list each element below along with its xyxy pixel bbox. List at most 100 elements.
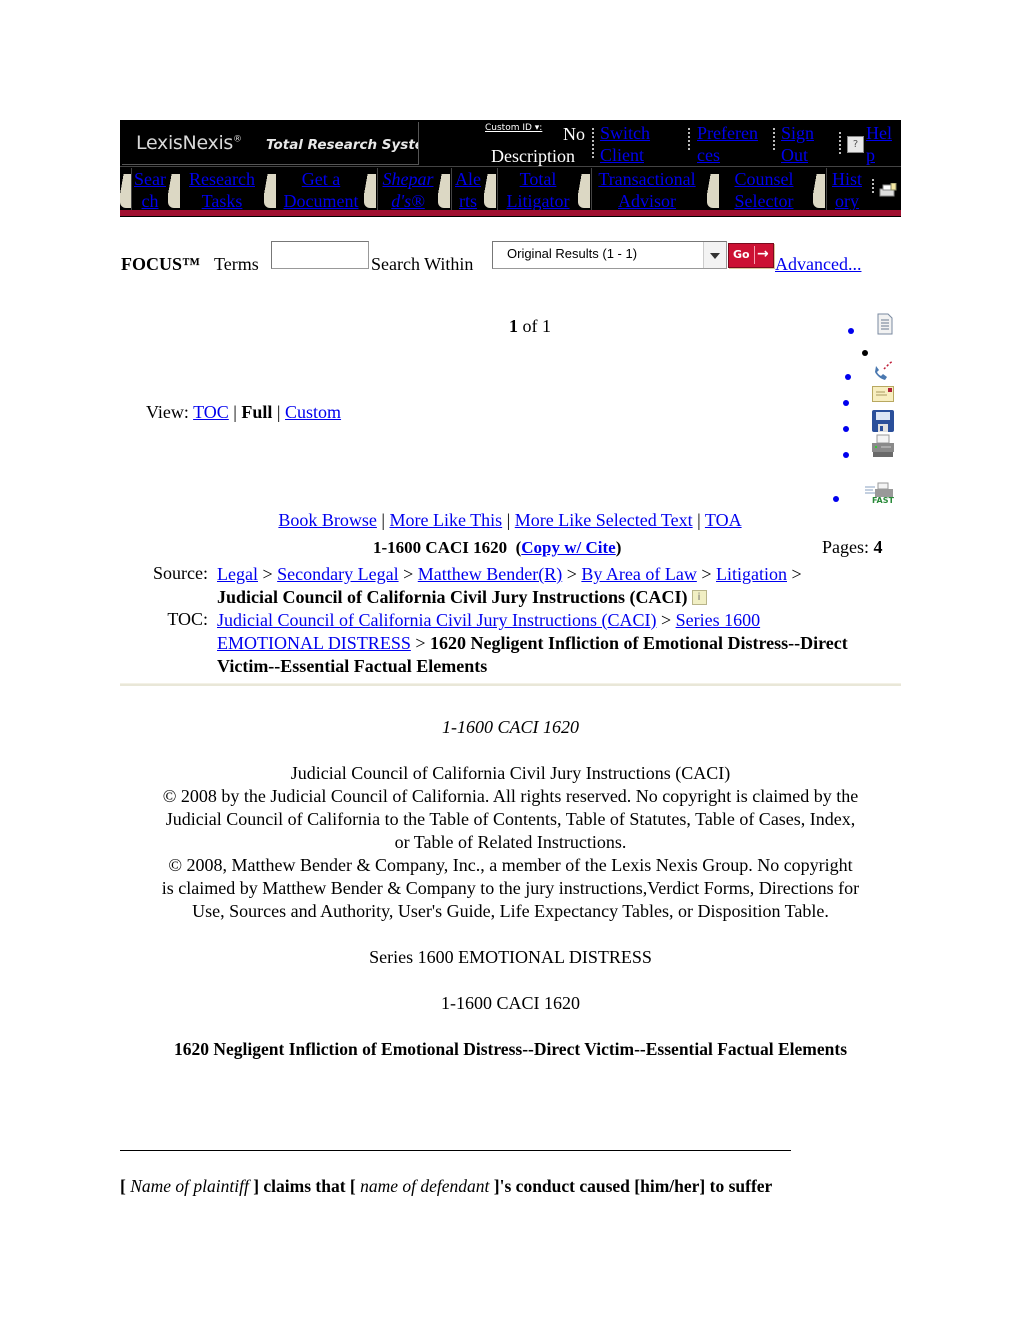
nav-tab-label[interactable]: Shepar <box>383 169 434 189</box>
paren: ) <box>615 538 622 557</box>
save-icon[interactable] <box>872 410 894 437</box>
list-bullet <box>845 374 851 380</box>
nav-tab-label[interactable]: Total <box>520 169 557 189</box>
book-browse-link[interactable]: Book Browse <box>278 510 377 530</box>
document-icon[interactable] <box>875 313 895 340</box>
nav-tab-search[interactable]: Sear ch <box>131 168 168 211</box>
switch-client-line1[interactable]: Switch <box>600 123 650 143</box>
placeholder-defendant: name of defendant <box>355 1176 494 1196</box>
nav-tab-total-litigator[interactable]: Total Litigator <box>497 168 578 211</box>
source-crumb-legal[interactable]: Legal <box>217 564 258 584</box>
nav-tab-label[interactable]: Document <box>284 191 359 211</box>
nav-tab-label[interactable]: d's® <box>391 191 425 211</box>
more-like-this-link[interactable]: More Like This <box>390 510 503 530</box>
nav-tab-label[interactable]: Get a <box>302 169 340 189</box>
custom-id-dropdown[interactable]: Custom ID ▾: <box>485 123 542 133</box>
print-icon[interactable] <box>871 434 895 463</box>
citation-line: 1-1600 CACI 1620 (Copy w/ Cite) <box>373 538 621 558</box>
header-divider <box>120 683 901 686</box>
go-divider <box>754 246 755 264</box>
separator: | <box>276 402 281 422</box>
switch-client-link[interactable]: Switch Client <box>600 122 692 166</box>
preferences-line2[interactable]: ces <box>697 145 720 165</box>
custom-id: Custom ID ▾: No Description <box>485 122 597 166</box>
list-bullet <box>843 452 849 458</box>
nav-tab-label[interactable]: Selector <box>735 191 794 211</box>
nav-tab-get-a-document[interactable]: Get a Document <box>278 168 364 211</box>
nav-tab-shepards[interactable]: Shepar d's® <box>377 168 438 211</box>
nav-tab-label[interactable]: Tasks <box>202 191 243 211</box>
go-button[interactable]: Go → <box>728 243 774 268</box>
nav-tab-history[interactable]: Hist ory <box>826 168 867 211</box>
focus-terms-input[interactable] <box>271 241 369 269</box>
separator <box>839 132 841 154</box>
sign-out-line2[interactable]: Out <box>781 145 808 165</box>
nav-tab-alerts[interactable]: Ale rts <box>451 168 484 211</box>
list-bullet <box>848 328 854 334</box>
toa-link[interactable]: TOA <box>705 510 742 530</box>
list-bullet <box>862 350 868 356</box>
logo: LexisNexis® Total Research System <box>122 122 419 165</box>
help-icon[interactable]: ? <box>847 136 864 153</box>
nav-tab-label[interactable]: Litigator <box>507 191 570 211</box>
focus-terms-label: Terms <box>214 254 259 274</box>
nav-tab-counsel-selector[interactable]: Counsel Selector <box>720 168 808 211</box>
copyright-line: © 2008, Matthew Bender & Company, Inc., … <box>168 855 853 875</box>
pages-count: Pages: 4 <box>822 537 883 558</box>
switch-client-line2[interactable]: Client <box>600 145 644 165</box>
toc-label: TOC: <box>167 609 208 629</box>
help-link[interactable]: Hel p <box>866 122 898 166</box>
view-custom-link[interactable]: Custom <box>285 402 341 422</box>
crumb-separator: > <box>701 564 712 584</box>
list-bullet <box>843 400 849 406</box>
nav-tab-label[interactable]: Sear <box>134 169 166 189</box>
tab-curl-icon <box>438 174 450 208</box>
nav-tab-label[interactable]: Counsel <box>734 169 793 189</box>
result-counter: 1 of 1 <box>509 316 551 337</box>
nav-tab-research-tasks[interactable]: Research Tasks <box>182 168 262 211</box>
nav-tab-label[interactable]: Transactional <box>598 169 695 189</box>
source-crumb-by-area-of-law[interactable]: By Area of Law <box>581 564 696 584</box>
sign-out-link[interactable]: Sign Out <box>781 122 831 166</box>
sign-out-line1[interactable]: Sign <box>781 123 814 143</box>
view-full-current: Full <box>241 402 273 422</box>
info-icon[interactable]: i <box>691 590 707 605</box>
email-icon[interactable] <box>872 386 894 407</box>
chevron-down-icon[interactable] <box>703 242 726 268</box>
preferences-link[interactable]: Preferen ces <box>697 122 767 166</box>
source-crumb-litigation[interactable]: Litigation <box>716 564 787 584</box>
nav-tab-label[interactable]: Hist <box>832 169 862 189</box>
instruction-text-mid: ] claims that [ <box>253 1176 356 1196</box>
toc-crumb-caci[interactable]: Judicial Council of California Civil Jur… <box>217 610 656 630</box>
copy-with-cite-link[interactable]: Copy w/ Cite <box>521 538 615 557</box>
crumb-separator: > <box>403 564 414 584</box>
instruction-text-end: ]'s conduct caused [him/her] to suffer <box>493 1176 773 1196</box>
logo-reg: ® <box>233 134 242 145</box>
help-line2[interactable]: p <box>866 145 875 165</box>
crumb-separator: > <box>791 564 802 584</box>
tab-curl-icon <box>707 174 719 208</box>
search-within-select[interactable]: Original Results (1 - 1) <box>492 241 727 269</box>
nav-tab-label[interactable]: Advisor <box>618 191 676 211</box>
source-crumb-secondary-legal[interactable]: Secondary Legal <box>277 564 398 584</box>
nav-tab-label[interactable]: rts <box>459 191 477 211</box>
advanced-link[interactable]: Advanced... <box>775 254 861 275</box>
nav-tab-label[interactable]: ory <box>835 191 859 211</box>
source-crumb-matthew-bender[interactable]: Matthew Bender(R) <box>418 564 562 584</box>
separator: | <box>506 510 511 530</box>
more-like-selected-text-link[interactable]: More Like Selected Text <box>515 510 693 530</box>
separator: | <box>233 402 237 422</box>
help-line1[interactable]: Hel <box>866 123 892 143</box>
document-citation: 1-1600 CACI 1620 <box>441 993 580 1013</box>
nav-tab-transactional-advisor[interactable]: Transactional Advisor <box>591 168 702 211</box>
preferences-line1[interactable]: Preferen <box>697 123 758 143</box>
print-delivery-icon[interactable] <box>879 181 897 197</box>
nav-tab-label[interactable]: ch <box>142 191 159 211</box>
fast-print-icon[interactable]: FAST <box>864 482 896 509</box>
fax-icon[interactable] <box>872 360 896 387</box>
source-breadcrumb: Legal > Secondary Legal > Matthew Bender… <box>217 563 857 609</box>
nav-tab-label[interactable]: Research <box>189 169 255 189</box>
view-toc-link[interactable]: TOC <box>193 402 229 422</box>
nav-tab-label[interactable]: Ale <box>455 169 481 189</box>
copyright-line: © 2008 by the Judicial Council of Califo… <box>162 786 859 806</box>
